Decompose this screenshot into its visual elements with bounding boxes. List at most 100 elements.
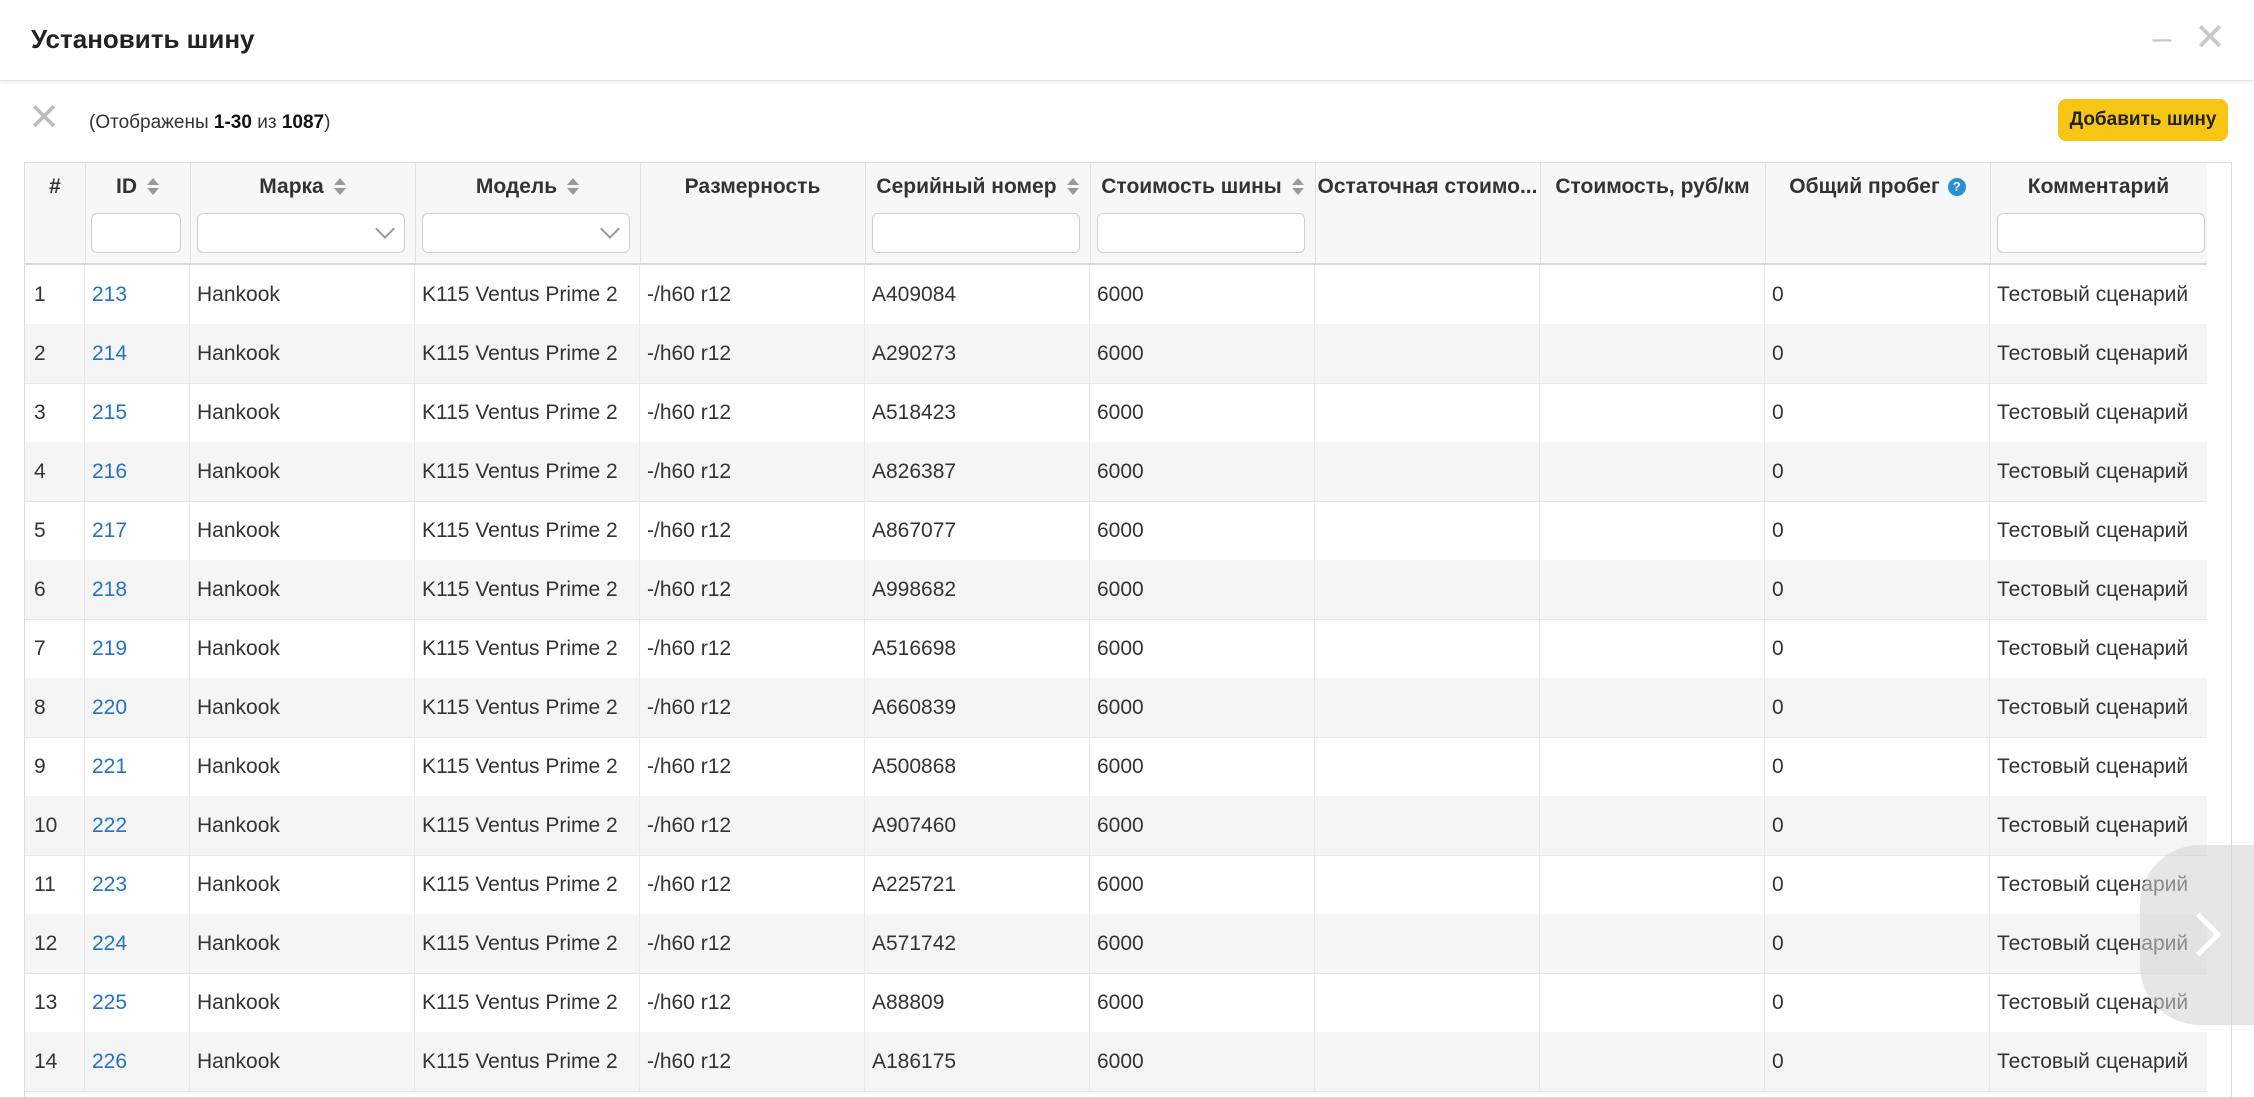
cell-residual <box>1315 383 1540 442</box>
cell-size: -/h60 r12 <box>640 796 865 855</box>
cell-mileage: 0 <box>1765 442 1990 501</box>
table-row[interactable]: 3 215 Hankook K115 Ventus Prime 2 -/h60 r12 A… <box>25 383 2207 443</box>
tire-id-link[interactable]: 213 <box>85 265 190 324</box>
cell-cost-per-km <box>1540 265 1765 324</box>
column-label: ID <box>116 175 137 198</box>
cell-residual <box>1315 737 1540 796</box>
id-filter-input[interactable] <box>91 213 181 253</box>
cell-model: K115 Ventus Prime 2 <box>415 265 640 324</box>
table-row[interactable]: 8 220 Hankook K115 Ventus Prime 2 -/h60 r12 A… <box>25 678 2207 738</box>
cell-serial: A500868 <box>865 737 1090 796</box>
cell-comment: Тестовый сценарий <box>1997 460 2189 483</box>
cell-num: 14 <box>25 1032 85 1091</box>
clear-selection-icon[interactable]: ✕ <box>26 99 62 137</box>
cell-residual <box>1315 265 1540 324</box>
cell-model: K115 Ventus Prime 2 <box>415 442 640 501</box>
cell-size: -/h60 r12 <box>640 973 865 1032</box>
column-header-model[interactable]: Модель <box>415 163 641 263</box>
column-header-id[interactable]: ID <box>85 163 191 263</box>
cell-model: K115 Ventus Prime 2 <box>415 678 640 737</box>
cell-brand: Hankook <box>190 383 415 442</box>
sort-icon[interactable] <box>567 178 580 196</box>
cell-brand: Hankook <box>190 619 415 678</box>
cell-cost: 6000 <box>1090 560 1315 619</box>
model-filter-select[interactable] <box>422 213 630 253</box>
column-label: Общий пробег <box>1789 175 1940 198</box>
column-header-residual: Остаточная стоимо... <box>1315 163 1541 263</box>
cell-cost-per-km <box>1540 973 1765 1032</box>
tire-id-link[interactable]: 215 <box>85 383 190 442</box>
cell-mileage: 0 <box>1765 501 1990 560</box>
table-row[interactable]: 4 216 Hankook K115 Ventus Prime 2 -/h60 r12 A… <box>25 442 2207 502</box>
column-label: Серийный номер <box>876 175 1057 198</box>
tires-table: # ID Марка Модель Размерность Серийный н… <box>24 162 2232 1097</box>
question-circle-icon[interactable]: ? <box>1947 178 1966 197</box>
add-tire-button[interactable]: Добавить шину <box>2058 99 2228 141</box>
cell-residual <box>1315 1032 1540 1091</box>
tire-id-link[interactable]: 223 <box>85 855 190 914</box>
sort-icon[interactable] <box>147 178 159 196</box>
minimize-icon[interactable]: – <box>2142 18 2182 58</box>
cell-cost: 6000 <box>1090 737 1315 796</box>
cell-model: K115 Ventus Prime 2 <box>415 914 640 973</box>
cell-cost-per-km <box>1540 560 1765 619</box>
tire-id-link[interactable]: 216 <box>85 442 190 501</box>
table-row[interactable]: 13 225 Hankook K115 Ventus Prime 2 -/h60 r12… <box>25 973 2207 1033</box>
cell-mileage: 0 <box>1765 619 1990 678</box>
cell-mileage: 0 <box>1765 796 1990 855</box>
table-row[interactable]: 6 218 Hankook K115 Ventus Prime 2 -/h60 r12 A… <box>25 560 2207 620</box>
next-page-button[interactable] <box>2140 845 2254 1025</box>
comment-filter-input[interactable] <box>1997 213 2205 253</box>
column-header-mileage: Общий пробег? <box>1765 163 1991 263</box>
column-header-cost[interactable]: Стоимость шины <box>1090 163 1316 263</box>
sort-icon[interactable] <box>1066 178 1079 196</box>
sort-icon[interactable] <box>1291 178 1304 196</box>
cell-residual <box>1315 678 1540 737</box>
cell-serial: A660839 <box>865 678 1090 737</box>
cell-size: -/h60 r12 <box>640 442 865 501</box>
tire-id-link[interactable]: 225 <box>85 973 190 1032</box>
dialog-titlebar: Установить шину – ✕ <box>0 0 2254 81</box>
column-header-serial[interactable]: Серийный номер <box>865 163 1091 263</box>
column-header-brand[interactable]: Марка <box>190 163 416 263</box>
cost-filter-input[interactable] <box>1097 213 1305 253</box>
cell-cost: 6000 <box>1090 383 1315 442</box>
table-row[interactable]: 7 219 Hankook K115 Ventus Prime 2 -/h60 r12 A… <box>25 619 2207 679</box>
table-row[interactable]: 11 223 Hankook K115 Ventus Prime 2 -/h60 r12… <box>25 855 2207 915</box>
tire-id-link[interactable]: 221 <box>85 737 190 796</box>
table-row[interactable]: 2 214 Hankook K115 Ventus Prime 2 -/h60 r12 A… <box>25 324 2207 384</box>
cell-mileage: 0 <box>1765 737 1990 796</box>
cell-residual <box>1315 560 1540 619</box>
table-row[interactable]: 14 226 Hankook K115 Ventus Prime 2 -/h60 r12… <box>25 1032 2207 1092</box>
cell-cost-per-km <box>1540 619 1765 678</box>
cell-model: K115 Ventus Prime 2 <box>415 383 640 442</box>
cell-mileage: 0 <box>1765 560 1990 619</box>
tire-id-link[interactable]: 214 <box>85 324 190 383</box>
table-row[interactable]: 1 213 Hankook K115 Ventus Prime 2 -/h60 r12 A… <box>25 265 2207 325</box>
tire-id-link[interactable]: 219 <box>85 619 190 678</box>
cell-brand: Hankook <box>190 501 415 560</box>
table-row[interactable]: 10 222 Hankook K115 Ventus Prime 2 -/h60 r12… <box>25 796 2207 856</box>
cell-cost-per-km <box>1540 442 1765 501</box>
brand-filter-select[interactable] <box>197 213 405 253</box>
cell-brand: Hankook <box>190 560 415 619</box>
cell-comment: Тестовый сценарий <box>1997 342 2189 365</box>
table-row[interactable]: 9 221 Hankook K115 Ventus Prime 2 -/h60 r12 A… <box>25 737 2207 797</box>
cell-model: K115 Ventus Prime 2 <box>415 324 640 383</box>
tire-id-link[interactable]: 224 <box>85 914 190 973</box>
column-label: Стоимость, руб/км <box>1555 175 1750 198</box>
tire-id-link[interactable]: 222 <box>85 796 190 855</box>
cell-cost: 6000 <box>1090 678 1315 737</box>
tire-id-link[interactable]: 218 <box>85 560 190 619</box>
cell-cost-per-km <box>1540 678 1765 737</box>
cell-cost: 6000 <box>1090 619 1315 678</box>
close-icon[interactable]: ✕ <box>2190 18 2230 58</box>
sort-icon[interactable] <box>333 178 346 196</box>
table-row[interactable]: 12 224 Hankook K115 Ventus Prime 2 -/h60 r12… <box>25 914 2207 974</box>
tire-id-link[interactable]: 217 <box>85 501 190 560</box>
table-row[interactable]: 5 217 Hankook K115 Ventus Prime 2 -/h60 r12 A… <box>25 501 2207 561</box>
cell-size: -/h60 r12 <box>640 678 865 737</box>
tire-id-link[interactable]: 220 <box>85 678 190 737</box>
serial-filter-input[interactable] <box>872 213 1080 253</box>
tire-id-link[interactable]: 226 <box>85 1032 190 1091</box>
